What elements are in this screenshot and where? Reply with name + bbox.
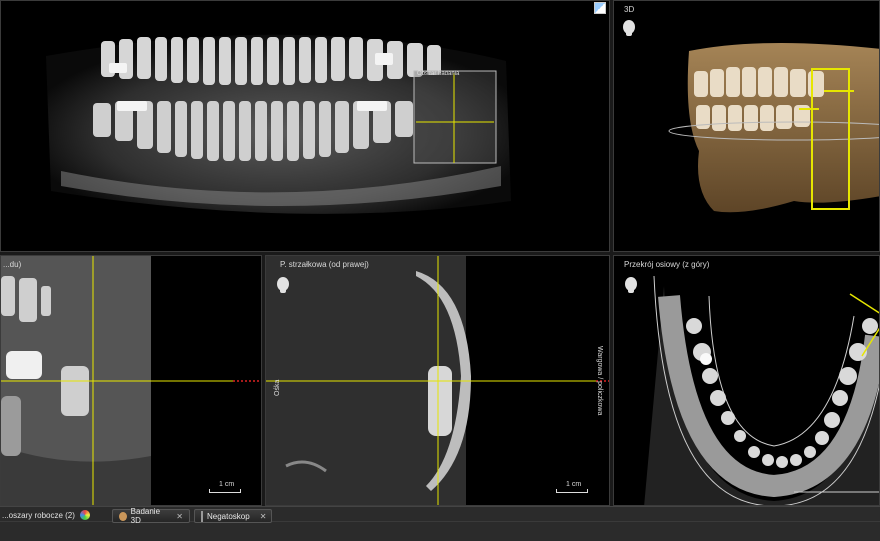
scale-label: 1 cm bbox=[566, 481, 582, 488]
tab-label: Negatoskop bbox=[207, 511, 250, 521]
region-box-label: Obszar badania bbox=[417, 71, 460, 77]
viewport-panoramic[interactable]: Obszar badania bbox=[0, 0, 610, 252]
workspaces-label[interactable]: ...oszary robocze (2) bbox=[2, 511, 75, 520]
study-icon bbox=[119, 511, 127, 521]
axial-image bbox=[644, 275, 879, 505]
tab-badanie-3d[interactable]: Badanie 3D ✕ bbox=[112, 507, 190, 525]
close-icon[interactable]: ✕ bbox=[260, 512, 267, 521]
head-orientation-icon bbox=[625, 277, 637, 293]
tab-negatoskop[interactable]: Negatoskop ✕ bbox=[194, 509, 272, 523]
side-label-left: Ośka bbox=[274, 379, 281, 396]
render-3d-image bbox=[668, 43, 879, 213]
taskbar: ...oszary robocze (2) Badanie 3D ✕ Negat… bbox=[0, 506, 880, 541]
viewport-3d[interactable]: 3D bbox=[613, 0, 880, 252]
workspace-switch-icon[interactable] bbox=[80, 510, 90, 520]
tab-label: Badanie 3D bbox=[130, 507, 161, 525]
panoramic-image bbox=[46, 34, 511, 214]
viewport-sagittal[interactable]: P. strzałkowa (od prawej) Ośka Wargowa /… bbox=[265, 255, 610, 506]
viewport-label-axial: Przekrój osiowy (z góry) bbox=[624, 260, 710, 269]
layout-toggle-icon[interactable] bbox=[594, 2, 606, 14]
viewport-coronal[interactable]: ...du) 1 cm bbox=[0, 255, 262, 506]
negatoscope-icon bbox=[201, 510, 203, 522]
crosshair-sagittal[interactable] bbox=[266, 256, 610, 506]
crosshair-coronal[interactable] bbox=[1, 256, 262, 506]
scale-label: 1 cm bbox=[219, 481, 235, 488]
viewport-axial[interactable]: Przekrój osiowy (z góry) bbox=[613, 255, 880, 506]
side-label-right: Wargowa / policzkowa bbox=[596, 346, 603, 416]
close-icon[interactable]: ✕ bbox=[176, 512, 183, 521]
